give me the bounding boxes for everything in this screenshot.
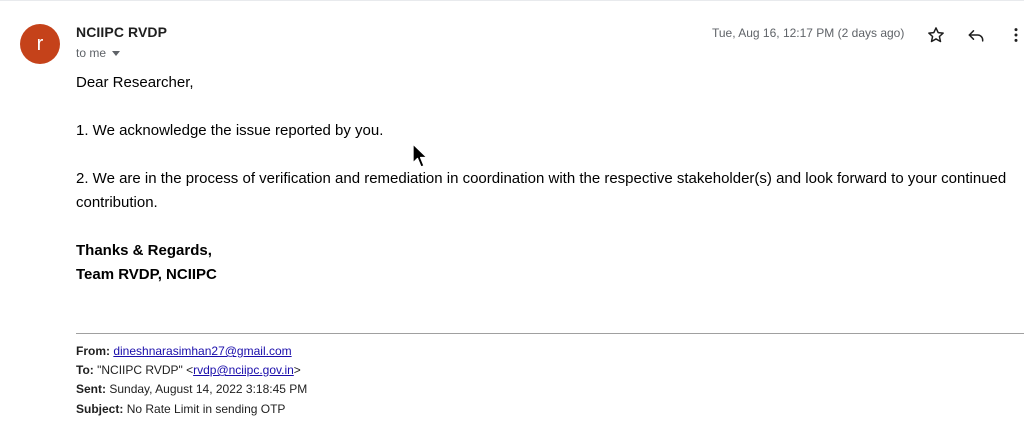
sender-name[interactable]: NCIIPC RVDP bbox=[76, 24, 167, 40]
quoted-subject-line: Subject: No Rate Limit in sending OTP bbox=[76, 400, 285, 419]
star-button[interactable] bbox=[924, 23, 948, 47]
body-paragraph-2: 2. We are in the process of verification… bbox=[76, 170, 1007, 211]
greeting-text: Dear Researcher, bbox=[76, 74, 194, 91]
team-signature: Team RVDP, NCIIPC bbox=[76, 266, 217, 283]
to-label: To: bbox=[76, 363, 94, 377]
reply-icon bbox=[968, 30, 984, 42]
subject-value: No Rate Limit in sending OTP bbox=[126, 402, 286, 416]
recipient-label: to me bbox=[76, 46, 107, 60]
sender-avatar[interactable]: r bbox=[20, 24, 60, 64]
quoted-sent-line: Sent: Sunday, August 14, 2022 3:18:45 PM bbox=[76, 380, 307, 399]
subject-label: Subject: bbox=[76, 402, 124, 416]
quote-divider bbox=[76, 333, 1024, 334]
quoted-from-line: From: dineshnarasimhan27@gmail.com bbox=[76, 342, 292, 361]
from-email-link[interactable]: dineshnarasimhan27@gmail.com bbox=[113, 344, 291, 358]
to-suffix: > bbox=[293, 363, 301, 377]
more-options-button[interactable] bbox=[1004, 23, 1024, 47]
quoted-to-line: To: "NCIIPC RVDP" <rvdp@nciipc.gov.in> bbox=[76, 361, 301, 380]
sent-label: Sent: bbox=[76, 382, 106, 396]
to-email-link[interactable]: rvdp@nciipc.gov.in bbox=[193, 363, 294, 377]
body-paragraph-1: 1. We acknowledge the issue reported by … bbox=[76, 122, 384, 139]
sent-value: Sunday, August 14, 2022 3:18:45 PM bbox=[109, 382, 308, 396]
signoff-text: Thanks & Regards, bbox=[76, 242, 212, 259]
chevron-down-icon bbox=[112, 51, 121, 57]
more-vert-icon bbox=[1014, 28, 1018, 42]
top-divider bbox=[0, 0, 1024, 1]
reply-button[interactable] bbox=[964, 23, 988, 47]
from-label: From: bbox=[76, 344, 110, 358]
recipient-toggle[interactable]: to me bbox=[76, 46, 121, 60]
mouse-pointer-icon bbox=[412, 143, 428, 168]
star-icon bbox=[928, 27, 944, 43]
to-name: "NCIIPC RVDP" < bbox=[97, 363, 194, 377]
message-date: Tue, Aug 16, 12:17 PM (2 days ago) bbox=[712, 26, 905, 40]
